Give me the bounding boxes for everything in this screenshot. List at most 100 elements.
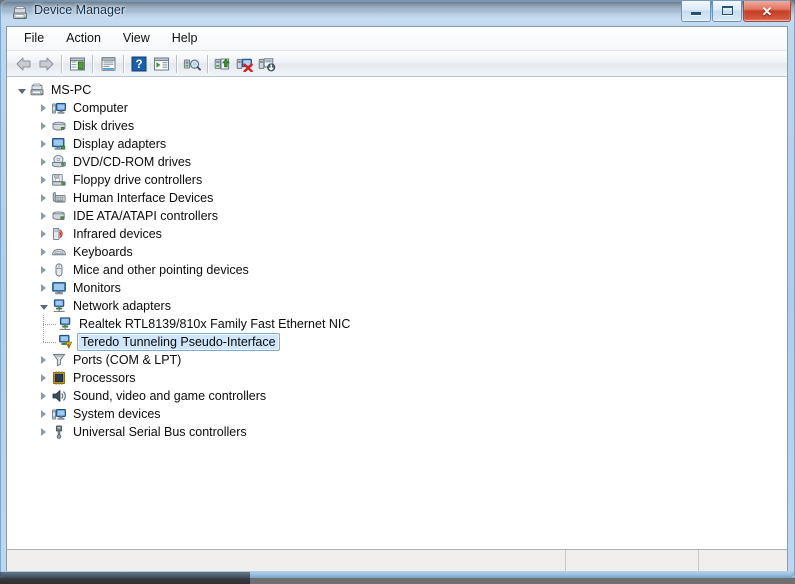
menu-view[interactable]: View	[112, 28, 161, 49]
expander-toggle[interactable]	[35, 369, 51, 387]
device-tree-pane[interactable]: MS-PC Computer Disk drives Display adapt…	[7, 77, 787, 549]
chevron-right-icon	[41, 410, 46, 418]
tree-node-sound-video-game-controllers[interactable]: Sound, video and game controllers	[7, 387, 787, 405]
expander-toggle[interactable]	[35, 117, 51, 135]
tree-node-label: Monitors	[73, 281, 121, 295]
maximize-icon	[722, 6, 733, 15]
title-bar[interactable]: Device Manager ✕	[0, 0, 795, 26]
chevron-right-icon	[41, 248, 46, 256]
forward-arrow-icon	[37, 56, 55, 72]
chevron-right-icon	[41, 104, 46, 112]
scan-for-hardware-changes-button[interactable]	[181, 53, 203, 75]
expander-toggle[interactable]	[35, 243, 51, 261]
chevron-right-icon	[41, 122, 46, 130]
help-button[interactable]: ?	[128, 53, 150, 75]
tree-node-infrared-devices[interactable]: Infrared devices	[7, 225, 787, 243]
tree-node-floppy-drive-controllers[interactable]: Floppy drive controllers	[7, 171, 787, 189]
ide-controller-icon	[51, 208, 67, 224]
svg-text:?: ?	[135, 59, 142, 71]
scan-hardware-icon	[183, 56, 201, 72]
expander-toggle[interactable]	[35, 171, 51, 189]
chevron-right-icon	[41, 140, 46, 148]
minimize-button[interactable]	[681, 1, 711, 22]
tree-node-label: Sound, video and game controllers	[73, 389, 267, 403]
expander-toggle[interactable]	[35, 99, 51, 117]
tree-node-network-adapters[interactable]: Network adapters	[7, 297, 787, 315]
chevron-down-icon	[17, 89, 26, 94]
expander-toggle[interactable]	[35, 279, 51, 297]
keyboard-icon	[51, 244, 67, 260]
tree-node-monitors[interactable]: Monitors	[7, 279, 787, 297]
disk-drive-icon	[51, 118, 67, 134]
expander-toggle[interactable]	[35, 153, 51, 171]
tree-node-label: Universal Serial Bus controllers	[73, 425, 247, 439]
maximize-button[interactable]	[712, 1, 742, 22]
device-tree: MS-PC Computer Disk drives Display adapt…	[7, 81, 787, 441]
expander-toggle[interactable]	[13, 81, 29, 99]
tree-node-label: Teredo Tunneling Pseudo-Interface	[77, 333, 280, 351]
back-button[interactable]	[13, 53, 35, 75]
usb-controller-icon	[51, 424, 67, 440]
tree-node-mice-and-other-pointing-devices[interactable]: Mice and other pointing devices	[7, 261, 787, 279]
show-hide-action-pane-button[interactable]	[150, 53, 172, 75]
tree-node-ports-com-lpt[interactable]: Ports (COM & LPT)	[7, 351, 787, 369]
expander-toggle[interactable]	[35, 207, 51, 225]
tree-node-usb-controllers[interactable]: Universal Serial Bus controllers	[7, 423, 787, 441]
tree-node-keyboards[interactable]: Keyboards	[7, 243, 787, 261]
expander-toggle[interactable]	[35, 387, 51, 405]
tree-node-dvd-cdrom-drives[interactable]: DVD/CD-ROM drives	[7, 153, 787, 171]
tree-node-display-adapters[interactable]: Display adapters	[7, 135, 787, 153]
mouse-icon	[51, 262, 67, 278]
close-button[interactable]: ✕	[743, 1, 791, 22]
properties-icon	[100, 56, 117, 72]
expander-toggle[interactable]	[35, 261, 51, 279]
tree-node-label: Mice and other pointing devices	[73, 263, 249, 277]
tree-node-label: Human Interface Devices	[73, 191, 214, 205]
device-manager-icon	[12, 5, 28, 21]
action-pane-icon	[153, 56, 170, 72]
port-icon	[51, 352, 67, 368]
tree-node-teredo-tunneling-pseudo-interface[interactable]: Teredo Tunneling Pseudo-Interface	[7, 333, 787, 351]
disable-device-button[interactable]	[256, 53, 278, 75]
toolbar-separator	[176, 54, 177, 73]
tree-node-system-devices[interactable]: System devices	[7, 405, 787, 423]
show-hide-console-tree-button[interactable]	[66, 53, 88, 75]
tree-node-label: Floppy drive controllers	[73, 173, 203, 187]
infrared-icon	[51, 226, 67, 242]
toolbar-separator	[61, 54, 62, 73]
chevron-right-icon	[41, 158, 46, 166]
chevron-right-icon	[41, 284, 46, 292]
forward-button[interactable]	[35, 53, 57, 75]
uninstall-device-button[interactable]	[234, 53, 256, 75]
tree-node-ide-ata-atapi-controllers[interactable]: IDE ATA/ATAPI controllers	[7, 207, 787, 225]
menu-action[interactable]: Action	[55, 28, 112, 49]
expander-toggle[interactable]	[35, 351, 51, 369]
console-client-area: File Action View Help ? MS-PC Computer D…	[6, 26, 788, 571]
taskbar-edge	[0, 572, 250, 584]
expander-toggle[interactable]	[35, 297, 51, 315]
display-adapter-icon	[51, 136, 67, 152]
expander-toggle[interactable]	[35, 135, 51, 153]
toolbar-separator	[207, 54, 208, 73]
tree-node-label: Disk drives	[73, 119, 135, 133]
tree-node-disk-drives[interactable]: Disk drives	[7, 117, 787, 135]
properties-button[interactable]	[97, 53, 119, 75]
close-icon: ✕	[761, 3, 773, 19]
menu-file[interactable]: File	[13, 28, 55, 49]
chevron-right-icon	[41, 176, 46, 184]
expander-toggle[interactable]	[35, 225, 51, 243]
tree-node-label: IDE ATA/ATAPI controllers	[73, 209, 218, 223]
tree-node-root[interactable]: MS-PC	[7, 81, 787, 99]
expander-toggle[interactable]	[35, 189, 51, 207]
expander-toggle[interactable]	[35, 423, 51, 441]
expander-toggle[interactable]	[35, 405, 51, 423]
tree-node-computer[interactable]: Computer	[7, 99, 787, 117]
toolbar-separator	[123, 54, 124, 73]
tree-node-processors[interactable]: Processors	[7, 369, 787, 387]
update-driver-software-button[interactable]	[212, 53, 234, 75]
menu-help[interactable]: Help	[161, 28, 209, 49]
tree-node-human-interface-devices[interactable]: Human Interface Devices	[7, 189, 787, 207]
window-title: Device Manager	[34, 3, 126, 17]
tree-node-realtek-nic[interactable]: Realtek RTL8139/810x Family Fast Etherne…	[7, 315, 787, 333]
tree-node-label: Network adapters	[73, 299, 171, 313]
